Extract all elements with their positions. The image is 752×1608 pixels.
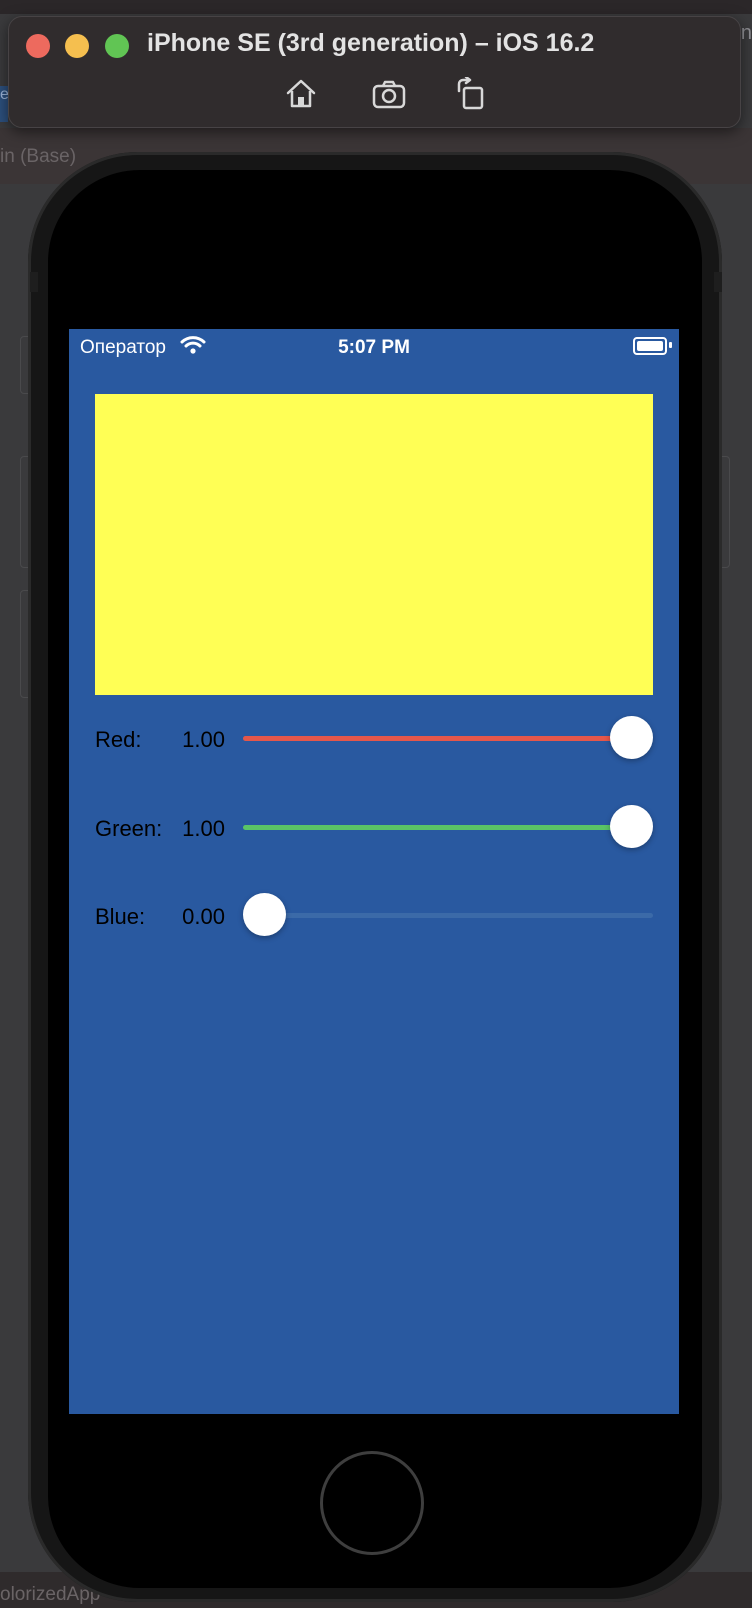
battery-icon [633,337,667,355]
red-value: 1.00 [182,727,225,752]
rotate-icon[interactable] [453,75,489,111]
simulator-title: iPhone SE (3rd generation) – iOS 16.2 [147,29,595,57]
red-slider[interactable] [243,715,653,761]
app-screen: Оператор 5:07 PM Red: 1.00 Green: 1.00 B… [69,329,679,1414]
slider-thumb[interactable] [243,893,286,936]
slider-thumb[interactable] [610,716,653,759]
slider-min-track [243,736,632,741]
silent-switch [30,272,38,292]
home-icon[interactable] [283,77,319,111]
green-label: Green: [95,816,163,841]
slider-min-track [243,825,632,830]
green-slider[interactable] [243,804,653,850]
slider-max-track [243,913,653,918]
xcode-left-chip: e [0,86,8,122]
close-window-button[interactable] [26,34,50,58]
xcode-window-edge-text: n [740,22,752,44]
xcode-top-bar [0,0,752,14]
side-button [714,272,722,292]
battery-nub [669,342,672,348]
blue-value: 0.00 [182,904,225,929]
red-label: Red: [95,727,142,752]
maximize-window-button[interactable] [105,34,129,58]
slider-thumb[interactable] [610,805,653,848]
blue-slider[interactable] [243,892,653,938]
minimize-window-button[interactable] [65,34,89,58]
blue-label: Blue: [95,904,146,929]
status-bar: Оператор 5:07 PM [69,329,679,369]
camera-icon[interactable] [371,77,407,111]
green-value: 1.00 [182,816,225,841]
home-button[interactable] [320,1451,424,1555]
green-slider-row: Green: 1.00 [95,804,653,850]
status-time: 5:07 PM [338,337,410,358]
blue-slider-row: Blue: 0.00 [95,892,653,938]
color-preview-view [95,394,653,695]
simulator-toolbar-window: iPhone SE (3rd generation) – iOS 16.2 [8,16,741,128]
xcode-breadcrumb[interactable]: in (Base) [0,146,76,168]
red-slider-row: Red: 1.00 [95,715,653,761]
